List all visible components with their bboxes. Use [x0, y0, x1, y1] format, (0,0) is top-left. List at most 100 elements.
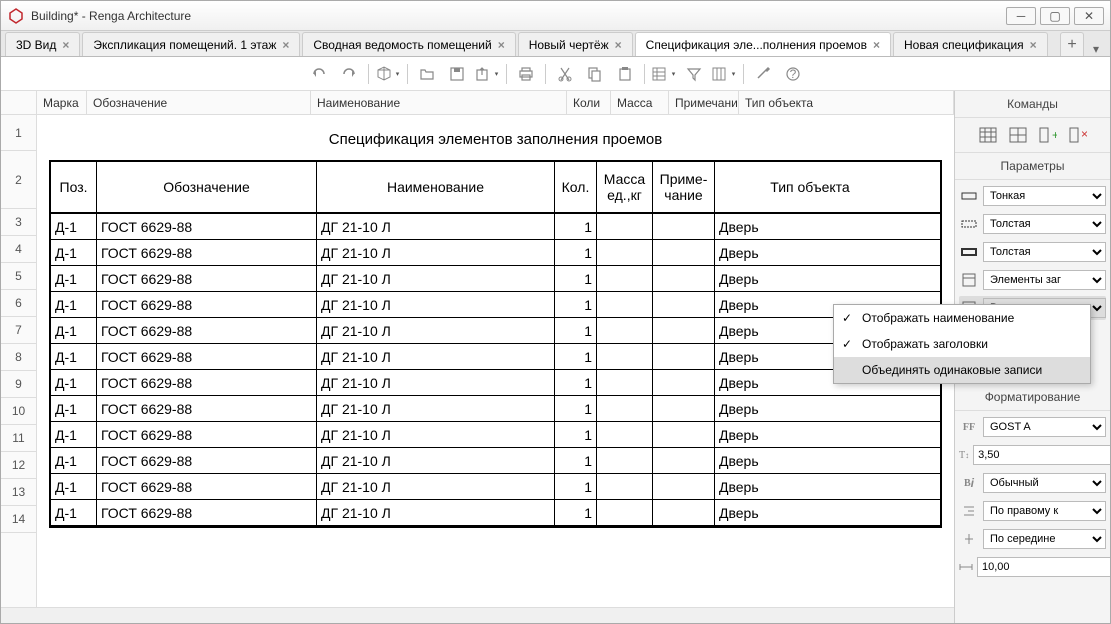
- scrollbar-horizontal[interactable]: [1, 607, 954, 623]
- cell-prim[interactable]: [653, 422, 715, 447]
- cell-massa[interactable]: [597, 318, 653, 343]
- cell-poz[interactable]: Д-1: [51, 474, 97, 499]
- tab[interactable]: Новая спецификация×: [893, 32, 1048, 56]
- elements-select[interactable]: Элементы заг: [983, 270, 1106, 290]
- cell-kol[interactable]: 1: [555, 266, 597, 291]
- row-header[interactable]: 7: [1, 317, 36, 344]
- cell-naim[interactable]: ДГ 21-10 Л: [317, 500, 555, 525]
- cell-poz[interactable]: Д-1: [51, 448, 97, 473]
- cell-naim[interactable]: ДГ 21-10 Л: [317, 448, 555, 473]
- cell-poz[interactable]: Д-1: [51, 240, 97, 265]
- copy-icon[interactable]: [582, 61, 608, 87]
- col-header[interactable]: Обозначение: [87, 91, 311, 114]
- tab-close-icon[interactable]: ×: [615, 38, 622, 52]
- cell-oboz[interactable]: ГОСТ 6629-88: [97, 318, 317, 343]
- view-3d-icon[interactable]: ▾: [375, 61, 401, 87]
- cell-prim[interactable]: [653, 318, 715, 343]
- tab[interactable]: Сводная ведомость помещений×: [302, 32, 515, 56]
- row-header[interactable]: 2: [1, 151, 36, 209]
- table-row[interactable]: Д-1 ГОСТ 6629-88 ДГ 21-10 Л 1 Дверь: [51, 474, 940, 500]
- cell-massa[interactable]: [597, 214, 653, 239]
- cell-massa[interactable]: [597, 474, 653, 499]
- cell-naim[interactable]: ДГ 21-10 Л: [317, 266, 555, 291]
- cell-oboz[interactable]: ГОСТ 6629-88: [97, 344, 317, 369]
- cell-kol[interactable]: 1: [555, 474, 597, 499]
- cell-oboz[interactable]: ГОСТ 6629-88: [97, 370, 317, 395]
- cell-tip[interactable]: Дверь: [715, 396, 905, 421]
- cell-oboz[interactable]: ГОСТ 6629-88: [97, 292, 317, 317]
- export-icon[interactable]: ▾: [474, 61, 500, 87]
- line3-select[interactable]: Толстая: [983, 242, 1106, 262]
- cell-prim[interactable]: [653, 500, 715, 525]
- cell-kol[interactable]: 1: [555, 240, 597, 265]
- maximize-button[interactable]: ▢: [1040, 7, 1070, 25]
- grid-icon[interactable]: [976, 124, 1000, 146]
- cell-prim[interactable]: [653, 214, 715, 239]
- cell-naim[interactable]: ДГ 21-10 Л: [317, 474, 555, 499]
- cell-poz[interactable]: Д-1: [51, 292, 97, 317]
- minimize-button[interactable]: ─: [1006, 7, 1036, 25]
- cell-massa[interactable]: [597, 370, 653, 395]
- cell-prim[interactable]: [653, 448, 715, 473]
- cell-massa[interactable]: [597, 396, 653, 421]
- cell-poz[interactable]: Д-1: [51, 370, 97, 395]
- cell-prim[interactable]: [653, 240, 715, 265]
- table-row[interactable]: Д-1 ГОСТ 6629-88 ДГ 21-10 Л 1 Дверь: [51, 396, 940, 422]
- row-header[interactable]: 3: [1, 209, 36, 236]
- settings-icon[interactable]: [750, 61, 776, 87]
- cell-tip[interactable]: Дверь: [715, 266, 905, 291]
- row-header[interactable]: 1: [1, 115, 36, 151]
- cell-tip[interactable]: Дверь: [715, 448, 905, 473]
- undo-icon[interactable]: [306, 61, 332, 87]
- cell-kol[interactable]: 1: [555, 370, 597, 395]
- close-button[interactable]: ✕: [1074, 7, 1104, 25]
- cell-oboz[interactable]: ГОСТ 6629-88: [97, 240, 317, 265]
- tab-close-icon[interactable]: ×: [62, 38, 69, 52]
- weight-select[interactable]: Обычный: [983, 473, 1106, 493]
- cell-kol[interactable]: 1: [555, 500, 597, 525]
- cell-tip[interactable]: Дверь: [715, 500, 905, 525]
- dd-show-headers[interactable]: ✓Отображать заголовки: [834, 331, 1090, 357]
- cell-poz[interactable]: Д-1: [51, 266, 97, 291]
- cell-kol[interactable]: 1: [555, 448, 597, 473]
- row-header[interactable]: 4: [1, 236, 36, 263]
- row-header[interactable]: 9: [1, 371, 36, 398]
- add-col-icon[interactable]: +: [1036, 124, 1060, 146]
- table-row[interactable]: Д-1 ГОСТ 6629-88 ДГ 21-10 Л 1 Дверь: [51, 422, 940, 448]
- cell-oboz[interactable]: ГОСТ 6629-88: [97, 214, 317, 239]
- cell-massa[interactable]: [597, 500, 653, 525]
- col-header[interactable]: Примечани: [669, 91, 739, 114]
- row-header[interactable]: 8: [1, 344, 36, 371]
- align-v-select[interactable]: По середине: [983, 529, 1106, 549]
- table-row[interactable]: Д-1 ГОСТ 6629-88 ДГ 21-10 Л 1 Дверь: [51, 448, 940, 474]
- open-icon[interactable]: [414, 61, 440, 87]
- table-row[interactable]: Д-1 ГОСТ 6629-88 ДГ 21-10 Л 1 Дверь: [51, 292, 940, 318]
- row-header[interactable]: 11: [1, 425, 36, 452]
- tab-close-icon[interactable]: ×: [282, 38, 289, 52]
- cell-oboz[interactable]: ГОСТ 6629-88: [97, 448, 317, 473]
- col-header[interactable]: Марка: [37, 91, 87, 114]
- table-row[interactable]: Д-1 ГОСТ 6629-88 ДГ 21-10 Л 1 Дверь: [51, 344, 940, 370]
- cell-massa[interactable]: [597, 292, 653, 317]
- cell-kol[interactable]: 1: [555, 214, 597, 239]
- cell-naim[interactable]: ДГ 21-10 Л: [317, 396, 555, 421]
- row-header[interactable]: 6: [1, 290, 36, 317]
- tab-close-icon[interactable]: ×: [873, 38, 880, 52]
- cell-prim[interactable]: [653, 474, 715, 499]
- width-input[interactable]: [977, 557, 1110, 577]
- cell-massa[interactable]: [597, 422, 653, 447]
- cell-oboz[interactable]: ГОСТ 6629-88: [97, 422, 317, 447]
- cell-prim[interactable]: [653, 266, 715, 291]
- cell-poz[interactable]: Д-1: [51, 500, 97, 525]
- col-header[interactable]: Коли: [567, 91, 611, 114]
- size-input[interactable]: [973, 445, 1110, 465]
- cell-kol[interactable]: 1: [555, 422, 597, 447]
- tab[interactable]: 3D Вид×: [5, 32, 80, 56]
- cell-naim[interactable]: ДГ 21-10 Л: [317, 240, 555, 265]
- table-row[interactable]: Д-1 ГОСТ 6629-88 ДГ 21-10 Л 1 Дверь: [51, 370, 940, 396]
- cell-oboz[interactable]: ГОСТ 6629-88: [97, 396, 317, 421]
- tab[interactable]: Спецификация эле...полнения проемов×: [635, 32, 891, 56]
- tab-close-icon[interactable]: ×: [1030, 38, 1037, 52]
- table-style-icon[interactable]: ▾: [651, 61, 677, 87]
- cell-kol[interactable]: 1: [555, 396, 597, 421]
